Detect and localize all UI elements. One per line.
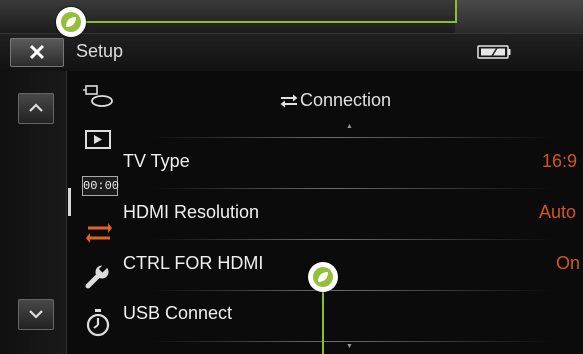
- connection-arrows-icon[interactable]: [86, 221, 112, 245]
- close-icon: ✕: [27, 39, 47, 65]
- callout-line: [322, 290, 324, 354]
- divider: [152, 239, 552, 240]
- menu-item-value: 16:9: [542, 151, 578, 171]
- chevron-up-icon: [29, 103, 43, 112]
- settings-panel: Connection ▲ TV Type 16:9 HDMI Resolutio…: [122, 71, 583, 354]
- callout-marker: [308, 262, 338, 292]
- scroll-thumb[interactable]: [68, 188, 71, 216]
- chevron-down-icon: [29, 310, 43, 319]
- left-nav-column: [0, 71, 66, 354]
- battery-icon: [477, 45, 511, 59]
- menu-item-hdmi-resolution[interactable]: HDMI Resolution Auto: [122, 202, 583, 252]
- callout-marker: [56, 7, 86, 37]
- menu-item-label: USB Connect: [123, 303, 233, 323]
- divider: [152, 137, 552, 138]
- top-strip: [0, 0, 583, 33]
- leaf-icon: [66, 17, 76, 27]
- callout-line: [84, 21, 457, 23]
- connection-icon: [280, 94, 298, 108]
- menu-item-label: CTRL FOR HDMI: [123, 253, 264, 273]
- menu-item-label: TV Type: [123, 151, 190, 171]
- divider: [152, 341, 552, 342]
- timer-icon[interactable]: [85, 309, 111, 337]
- divider: [152, 290, 552, 291]
- category-icon-column: 00:00: [66, 71, 123, 354]
- disc-recorder-icon[interactable]: [83, 85, 113, 109]
- scroll-up-indicator: ▲: [346, 123, 353, 130]
- scroll-down-button[interactable]: [18, 299, 54, 330]
- top-strip-ledge: [455, 0, 583, 33]
- leaf-icon: [318, 272, 328, 282]
- menu-item-value: Auto: [539, 202, 577, 222]
- scroll-down-indicator: ▼: [346, 343, 353, 350]
- close-button[interactable]: ✕: [10, 38, 64, 67]
- menu-item-tv-type[interactable]: TV Type 16:9: [122, 151, 583, 201]
- menu-item-ctrl-for-hdmi[interactable]: CTRL FOR HDMI On: [122, 253, 583, 303]
- callout-line: [455, 0, 457, 22]
- divider: [152, 188, 552, 189]
- wrench-icon[interactable]: [85, 263, 111, 289]
- section-header: Connection: [280, 90, 391, 111]
- menu-item-value: On: [556, 253, 581, 273]
- timecode-icon[interactable]: 00:00: [82, 176, 119, 196]
- header-bar: ✕ Setup: [0, 33, 583, 71]
- playback-icon[interactable]: [85, 130, 111, 150]
- page-title: Setup: [76, 41, 124, 61]
- scroll-up-button[interactable]: [18, 93, 54, 124]
- menu-item-label: HDMI Resolution: [123, 202, 260, 222]
- section-title: Connection: [300, 90, 392, 110]
